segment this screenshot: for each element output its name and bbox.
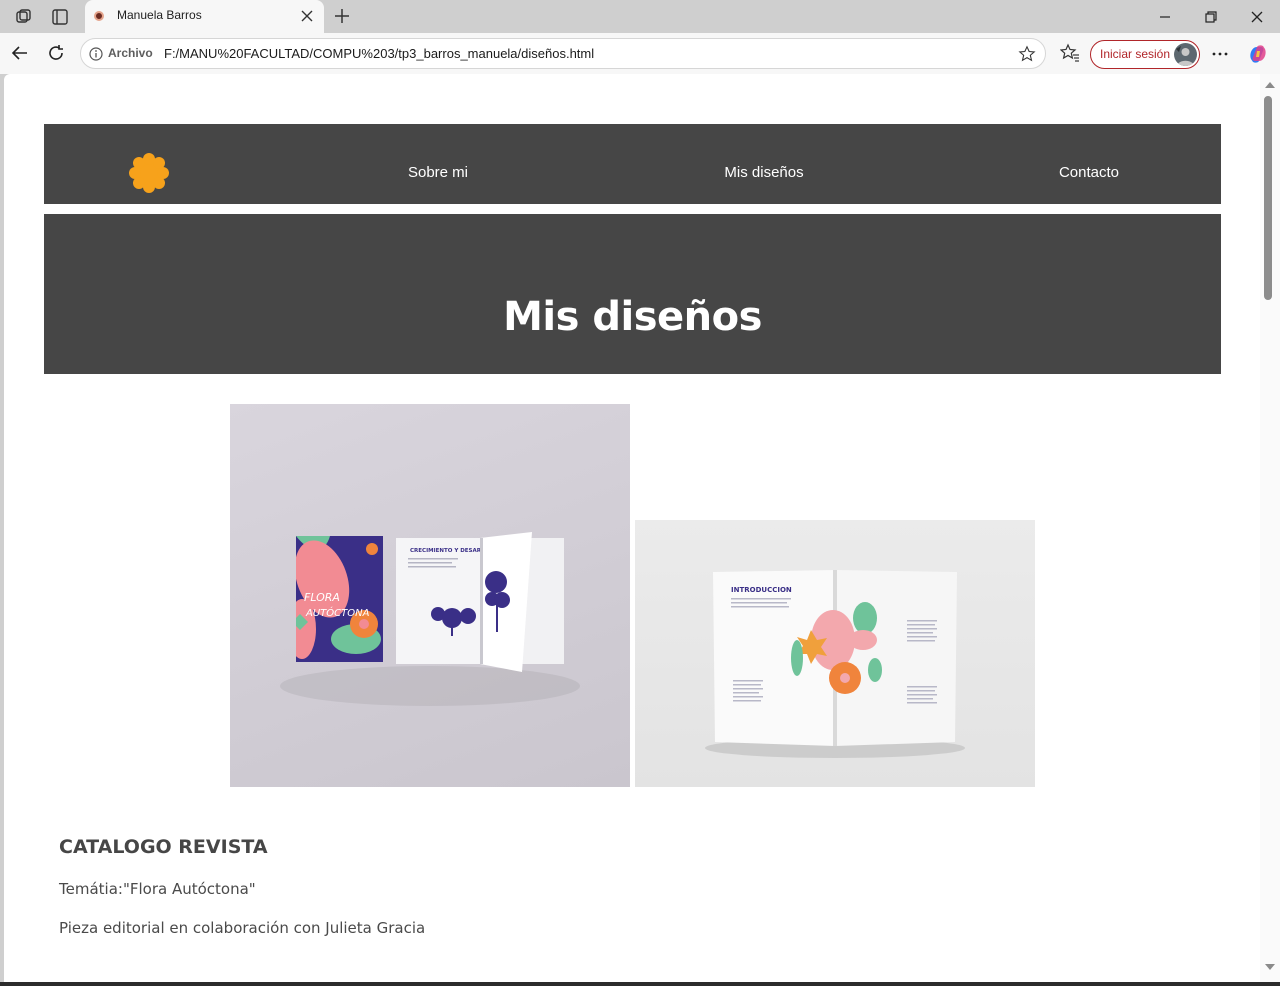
nav-link-mis-disenos[interactable]: Mis diseños xyxy=(724,164,803,181)
magazine-heading: INTRODUCCION xyxy=(731,586,792,594)
back-icon[interactable] xyxy=(10,43,30,63)
reload-icon[interactable] xyxy=(46,43,66,63)
restore-icon[interactable] xyxy=(1200,6,1222,28)
flower-logo-icon[interactable] xyxy=(128,152,170,194)
signin-button[interactable]: Iniciar sesión xyxy=(1090,40,1200,69)
catalog-cover-title-2: AUTÓCTONA xyxy=(305,606,370,619)
close-tab-icon[interactable] xyxy=(298,7,316,25)
catalog-mockup-image: FLORA AUTÓCTONA CRECIMIENTO Y DESARROLLO xyxy=(230,404,630,787)
browser-window: Manuela Barros Archivo F:/MANU%20FACULTA… xyxy=(0,0,1280,986)
site-info-label[interactable]: Archivo xyxy=(108,46,153,60)
nav-link-sobre-mi[interactable]: Sobre mi xyxy=(408,164,468,181)
tab-active[interactable]: Manuela Barros xyxy=(85,0,324,33)
copilot-icon[interactable] xyxy=(1246,42,1270,66)
scroll-thumb[interactable] xyxy=(1264,96,1272,300)
catalog-cover-title-1: FLORA xyxy=(304,591,340,604)
taskbar-edge xyxy=(0,982,1280,986)
tab-title: Manuela Barros xyxy=(117,8,202,22)
info-icon[interactable] xyxy=(89,47,103,61)
tab-actions-icon[interactable] xyxy=(50,7,70,27)
nav-link-contacto[interactable]: Contacto xyxy=(1059,164,1119,181)
project-theme: Temátia:"Flora Autóctona" xyxy=(59,880,256,898)
workspaces-icon[interactable] xyxy=(14,7,34,27)
page-title: Mis diseños xyxy=(503,294,762,340)
hero-banner: Mis diseños xyxy=(44,214,1221,374)
page-viewport: Sobre mi Mis diseños Contacto Mis diseño… xyxy=(4,74,1260,982)
minimize-icon[interactable] xyxy=(1154,6,1176,28)
project-title: CATALOGO REVISTA xyxy=(59,836,268,858)
more-options-icon[interactable] xyxy=(1210,44,1230,64)
tab-strip: Manuela Barros xyxy=(0,0,1280,33)
scroll-down-arrow-icon[interactable] xyxy=(1265,964,1275,970)
tab-favicon-icon xyxy=(94,11,104,21)
toolbar: Archivo F:/MANU%20FACULTAD/COMPU%203/tp3… xyxy=(0,33,1280,74)
project-description: Pieza editorial en colaboración con Juli… xyxy=(59,919,426,937)
scroll-up-arrow-icon[interactable] xyxy=(1265,82,1275,88)
vertical-scrollbar[interactable] xyxy=(1260,74,1280,982)
close-window-icon[interactable] xyxy=(1246,6,1268,28)
new-tab-icon[interactable] xyxy=(332,6,352,26)
add-favorite-icon[interactable] xyxy=(1018,45,1036,63)
url-text[interactable]: F:/MANU%20FACULTAD/COMPU%203/tp3_barros_… xyxy=(164,46,594,61)
signin-label: Iniciar sesión xyxy=(1100,47,1171,61)
site-navigation: Sobre mi Mis diseños Contacto xyxy=(44,124,1221,204)
favorites-icon[interactable] xyxy=(1060,43,1080,63)
magazine-mockup-image: INTRODUCCION xyxy=(635,520,1035,787)
avatar xyxy=(1174,43,1197,66)
address-bar[interactable]: Archivo F:/MANU%20FACULTAD/COMPU%203/tp3… xyxy=(80,38,1046,69)
